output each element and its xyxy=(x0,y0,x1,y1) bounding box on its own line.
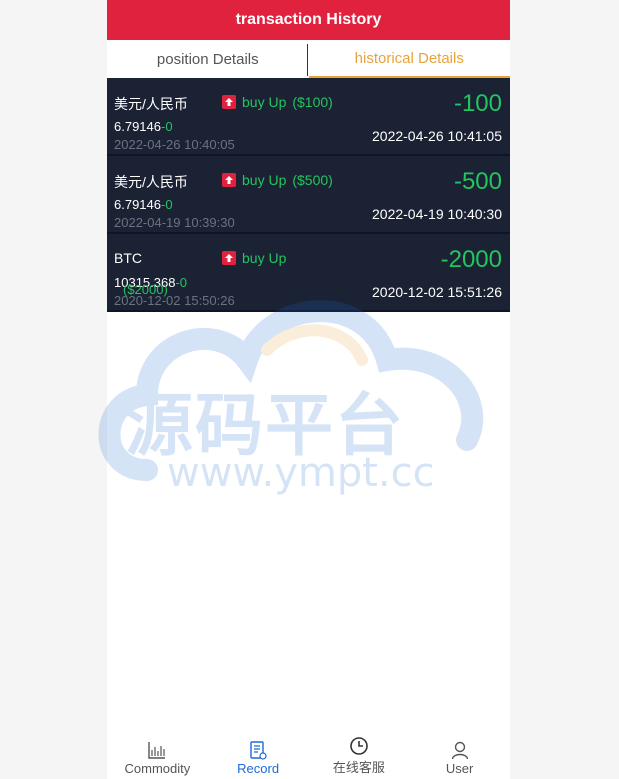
record-row[interactable]: 美元/人民币 buy Up ($100) 6.79146-0 2022-04-2… xyxy=(107,78,510,156)
page-header: transaction History xyxy=(107,0,510,40)
up-arrow-icon xyxy=(222,173,236,187)
record-open-time: 2020-12-02 15:50:26 xyxy=(114,293,235,308)
record-name: 美元/人民币 xyxy=(114,174,188,190)
up-arrow-icon xyxy=(222,251,236,265)
watermark-url: www.ympt.cc xyxy=(167,450,435,496)
cloud-icon xyxy=(98,300,484,481)
record-row[interactable]: 美元/人民币 buy Up ($500) 6.79146-0 2022-04-1… xyxy=(107,156,510,234)
price-value: 6.79146 xyxy=(114,197,161,212)
direction-label: buy Up xyxy=(242,250,287,266)
nav-label: Record xyxy=(237,761,280,776)
price-change: -0 xyxy=(175,275,188,290)
record-open-time: 2022-04-26 10:40:05 xyxy=(114,137,235,152)
record-price: 6.79146-0 xyxy=(114,197,173,212)
nav-user[interactable]: User xyxy=(409,729,510,779)
tab-label: position Details xyxy=(156,50,259,68)
record-direction: buy Up ($500) xyxy=(222,172,333,188)
record-amount: ($500) xyxy=(292,172,333,188)
tab-divider xyxy=(307,44,308,76)
app-screen: transaction History position Details his… xyxy=(98,0,510,779)
tab-position-details[interactable]: position Details xyxy=(107,40,309,78)
user-icon xyxy=(451,741,468,760)
record-close-time: 2020-12-02 15:51:26 xyxy=(372,284,502,300)
nav-commodity[interactable]: Commodity xyxy=(107,729,208,779)
price-change: -0 xyxy=(161,119,173,134)
direction-label: buy Up xyxy=(242,172,287,188)
record-profit-loss: -100 xyxy=(453,90,502,117)
tab-bar: position Details historical Details xyxy=(107,40,510,78)
nav-customer-service[interactable]: 在线客服 xyxy=(309,729,410,779)
record-close-time: 2022-04-26 10:41:05 xyxy=(372,128,502,144)
record-direction: buy Up xyxy=(222,250,286,266)
watermark: 源码平台 www.ympt.cc xyxy=(87,280,527,500)
record-profit-loss: -500 xyxy=(453,168,502,195)
record-profit-loss: -2000 xyxy=(440,246,502,273)
nav-record[interactable]: Record xyxy=(208,729,309,779)
page-title: transaction History xyxy=(235,11,382,28)
tab-label: historical Details xyxy=(354,49,464,67)
up-arrow-icon xyxy=(222,95,236,109)
record-close-time: 2022-04-19 10:40:30 xyxy=(372,206,502,222)
record-name: 美元/人民币 xyxy=(114,96,188,112)
nav-label: 在线客服 xyxy=(332,760,385,775)
nav-label: User xyxy=(445,761,474,776)
price-change: -0 xyxy=(161,197,173,212)
record-icon xyxy=(250,741,267,760)
record-row[interactable]: BTC buy Up 10315.368-0 ($2000) 2020-12-0… xyxy=(107,234,510,312)
record-direction: buy Up ($100) xyxy=(222,94,333,110)
tab-historical-details[interactable]: historical Details xyxy=(308,40,510,78)
record-list: 美元/人民币 buy Up ($100) 6.79146-0 2022-04-2… xyxy=(107,78,510,312)
chart-icon xyxy=(148,742,166,759)
clock-icon xyxy=(350,737,368,755)
record-name: BTC xyxy=(114,250,142,266)
watermark-text: 源码平台 xyxy=(125,387,406,466)
direction-label: buy Up xyxy=(242,94,287,110)
record-open-time: 2022-04-19 10:39:30 xyxy=(114,215,235,230)
record-amount: ($100) xyxy=(292,94,333,110)
nav-label: Commodity xyxy=(124,761,191,776)
price-value: 6.79146 xyxy=(114,119,161,134)
bottom-nav: Commodity Record 在线客服 User xyxy=(107,729,510,779)
record-price: 6.79146-0 xyxy=(114,119,173,134)
